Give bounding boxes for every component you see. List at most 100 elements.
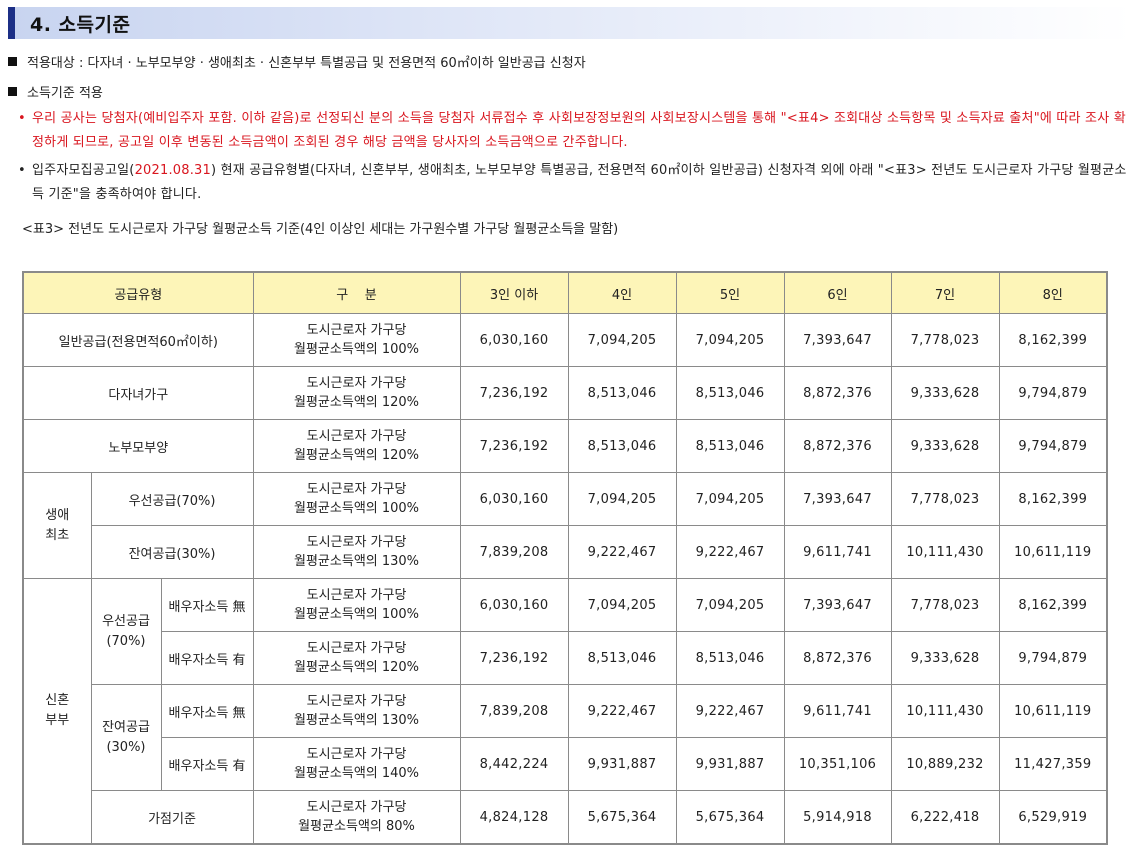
desc-line1: 도시근로자 가구당 bbox=[306, 747, 407, 762]
note-2-pre: 입주자모집공고일( bbox=[32, 163, 135, 178]
value-cell: 10,611,119 bbox=[998, 684, 1108, 738]
desc-line2: 월평균소득액의 80% bbox=[298, 819, 415, 834]
row-type: 우선공급(70%) bbox=[90, 472, 254, 526]
target-text: 적용대상 : 다자녀 · 노부모부양 · 생애최초 · 신혼부부 특별공급 및 … bbox=[27, 56, 586, 71]
row-type: 잔여공급(30%) bbox=[90, 525, 254, 579]
desc-line1: 도시근로자 가구당 bbox=[306, 694, 407, 709]
header-7: 7인 bbox=[890, 271, 1000, 314]
table-row: 신혼 부부 우선공급 (70%) 배우자소득 無 도시근로자 가구당 월평균소득액의 1… bbox=[22, 578, 1108, 845]
value-cell: 8,513,046 bbox=[675, 419, 785, 473]
desc-line2: 월평균소득액의 100% bbox=[294, 342, 420, 357]
subgroup-remaining: 잔여공급 (30%) bbox=[90, 684, 162, 791]
desc-line2: 월평균소득액의 120% bbox=[294, 660, 420, 675]
row-type: 일반공급(전용면적60㎡이하) bbox=[22, 313, 254, 367]
value-cell: 7,094,205 bbox=[675, 578, 785, 632]
note-1: • 우리 공사는 당첨자(예비입주자 포함. 이하 같음)로 선정되신 분의 소… bbox=[18, 107, 1130, 155]
subgroup-priority: 우선공급 (70%) bbox=[90, 578, 162, 685]
value-cell: 8,162,399 bbox=[998, 578, 1108, 632]
value-cell: 9,333,628 bbox=[890, 631, 1000, 685]
header-3-or-less: 3인 이하 bbox=[459, 271, 569, 314]
value-cell: 7,094,205 bbox=[567, 313, 677, 367]
value-cell: 4,824,128 bbox=[459, 790, 569, 845]
value-cell: 6,030,160 bbox=[459, 313, 569, 367]
value-cell: 7,778,023 bbox=[890, 472, 1000, 526]
table-caption: <표3> 전년도 도시근로자 가구당 월평균소득 기준(4인 이상인 세대는 가… bbox=[22, 222, 619, 237]
value-cell: 8,442,224 bbox=[459, 737, 569, 791]
row-desc: 도시근로자 가구당월평균소득액의 140% bbox=[252, 737, 461, 791]
row-type: 가점기준 bbox=[90, 790, 254, 845]
header-4: 4인 bbox=[567, 271, 677, 314]
value-cell: 6,529,919 bbox=[998, 790, 1108, 845]
row-desc: 도시근로자 가구당월평균소득액의 120% bbox=[252, 366, 461, 420]
value-cell: 10,111,430 bbox=[890, 525, 1000, 579]
value-cell: 10,611,119 bbox=[998, 525, 1108, 579]
desc-line1: 도시근로자 가구당 bbox=[306, 482, 407, 497]
value-cell: 10,111,430 bbox=[890, 684, 1000, 738]
desc-line1: 도시근로자 가구당 bbox=[306, 535, 407, 550]
square-bullet-icon bbox=[8, 57, 17, 66]
row-desc: 도시근로자 가구당 월평균소득액의 130% bbox=[252, 525, 461, 579]
desc-line1: 도시근로자 가구당 bbox=[306, 429, 407, 444]
value-cell: 7,393,647 bbox=[783, 472, 892, 526]
value-cell: 7,393,647 bbox=[783, 313, 892, 367]
value-cell: 7,094,205 bbox=[675, 313, 785, 367]
value-cell: 7,393,647 bbox=[783, 578, 892, 632]
row-desc: 도시근로자 가구당 월평균소득액의 100% bbox=[252, 578, 461, 632]
apply-text: 소득기준 적용 bbox=[27, 86, 103, 101]
row-type: 배우자소득 有 bbox=[160, 737, 254, 791]
row-type: 배우자소득 無 bbox=[160, 684, 254, 738]
square-bullet-icon bbox=[8, 87, 17, 96]
value-cell: 6,030,160 bbox=[459, 472, 569, 526]
header-5: 5인 bbox=[675, 271, 785, 314]
value-cell: 11,427,359 bbox=[998, 737, 1108, 791]
table-row: 배우자소득 有 도시근로자 가구당 월평균소득액의 120% 7,236,192 8,5… bbox=[23, 631, 1108, 685]
table-row: 일반공급(전용면적60㎡이하) 도시근로자 가구당 월평균소득액의 100% 6,03… bbox=[22, 313, 1108, 367]
table-header-row: 공급유형 구 분 3인 이하 4인 5인 6인 7인 8인 bbox=[22, 271, 1108, 314]
desc-line2: 월평균소득액의 140% bbox=[294, 766, 420, 781]
header-category: 구 분 bbox=[252, 271, 461, 314]
row-type: 다자녀가구 bbox=[22, 366, 254, 420]
value-cell: 6,030,160 bbox=[459, 578, 569, 632]
value-cell: 9,222,467 bbox=[567, 525, 677, 579]
value-cell: 6,222,418 bbox=[890, 790, 1000, 845]
value-cell: 5,675,364 bbox=[567, 790, 677, 845]
value-cell: 10,889,232 bbox=[890, 737, 1000, 791]
value-cell: 9,611,741 bbox=[783, 684, 892, 738]
note-2-text: 입주자모집공고일(2021.08.31) 현재 공급유형별(다자녀, 신혼부부,… bbox=[18, 159, 1130, 207]
row-desc: 도시근로자 가구당월평균소득액의 120% bbox=[252, 631, 461, 685]
desc-line1: 도시근로자 가구당 bbox=[306, 588, 407, 603]
value-cell: 7,094,205 bbox=[567, 472, 677, 526]
row-desc: 도시근로자 가구당월평균소득액의 130% bbox=[252, 684, 461, 738]
value-cell: 7,839,208 bbox=[459, 525, 569, 579]
desc-line2: 월평균소득액의 120% bbox=[294, 395, 420, 410]
value-cell: 9,931,887 bbox=[675, 737, 785, 791]
value-cell: 9,794,879 bbox=[998, 366, 1108, 420]
value-cell: 9,794,879 bbox=[998, 631, 1108, 685]
value-cell: 9,222,467 bbox=[675, 525, 785, 579]
table-row: 다자녀가구 도시근로자 가구당 월평균소득액의 120% 7,236,192 8,513… bbox=[22, 366, 1108, 420]
target-bullet: 적용대상 : 다자녀 · 노부모부양 · 생애최초 · 신혼부부 특별공급 및 … bbox=[8, 52, 586, 71]
value-cell: 5,675,364 bbox=[675, 790, 785, 845]
table-row: 잔여공급(30%) 도시근로자 가구당 월평균소득액의 130% 7,839,208 9… bbox=[23, 525, 1108, 579]
value-cell: 8,513,046 bbox=[567, 419, 677, 473]
note-2: • 입주자모집공고일(2021.08.31) 현재 공급유형별(다자녀, 신혼부… bbox=[18, 159, 1130, 207]
section-title: 4. 소득기준 bbox=[30, 14, 131, 36]
income-table: 공급유형 구 분 3인 이하 4인 5인 6인 7인 8인 일반공급(전용면적6… bbox=[22, 271, 1109, 845]
desc-line1: 도시근로자 가구당 bbox=[306, 641, 407, 656]
value-cell: 8,872,376 bbox=[783, 419, 892, 473]
value-cell: 7,778,023 bbox=[890, 313, 1000, 367]
value-cell: 5,914,918 bbox=[783, 790, 892, 845]
desc-line2: 월평균소득액의 130% bbox=[294, 713, 420, 728]
value-cell: 9,794,879 bbox=[998, 419, 1108, 473]
table-row: 배우자소득 有 도시근로자 가구당 월평균소득액의 140% 8,442,224 9,9… bbox=[23, 737, 1108, 791]
value-cell: 8,513,046 bbox=[675, 366, 785, 420]
value-cell: 7,778,023 bbox=[890, 578, 1000, 632]
header-supply-type: 공급유형 bbox=[22, 271, 254, 314]
announcement-date: 2021.08.31 bbox=[134, 163, 211, 178]
value-cell: 9,611,741 bbox=[783, 525, 892, 579]
desc-line1: 도시근로자 가구당 bbox=[306, 800, 407, 815]
value-cell: 9,333,628 bbox=[890, 419, 1000, 473]
desc-line2: 월평균소득액의 120% bbox=[294, 448, 420, 463]
value-cell: 10,351,106 bbox=[783, 737, 892, 791]
desc-line1: 도시근로자 가구당 bbox=[306, 376, 407, 391]
